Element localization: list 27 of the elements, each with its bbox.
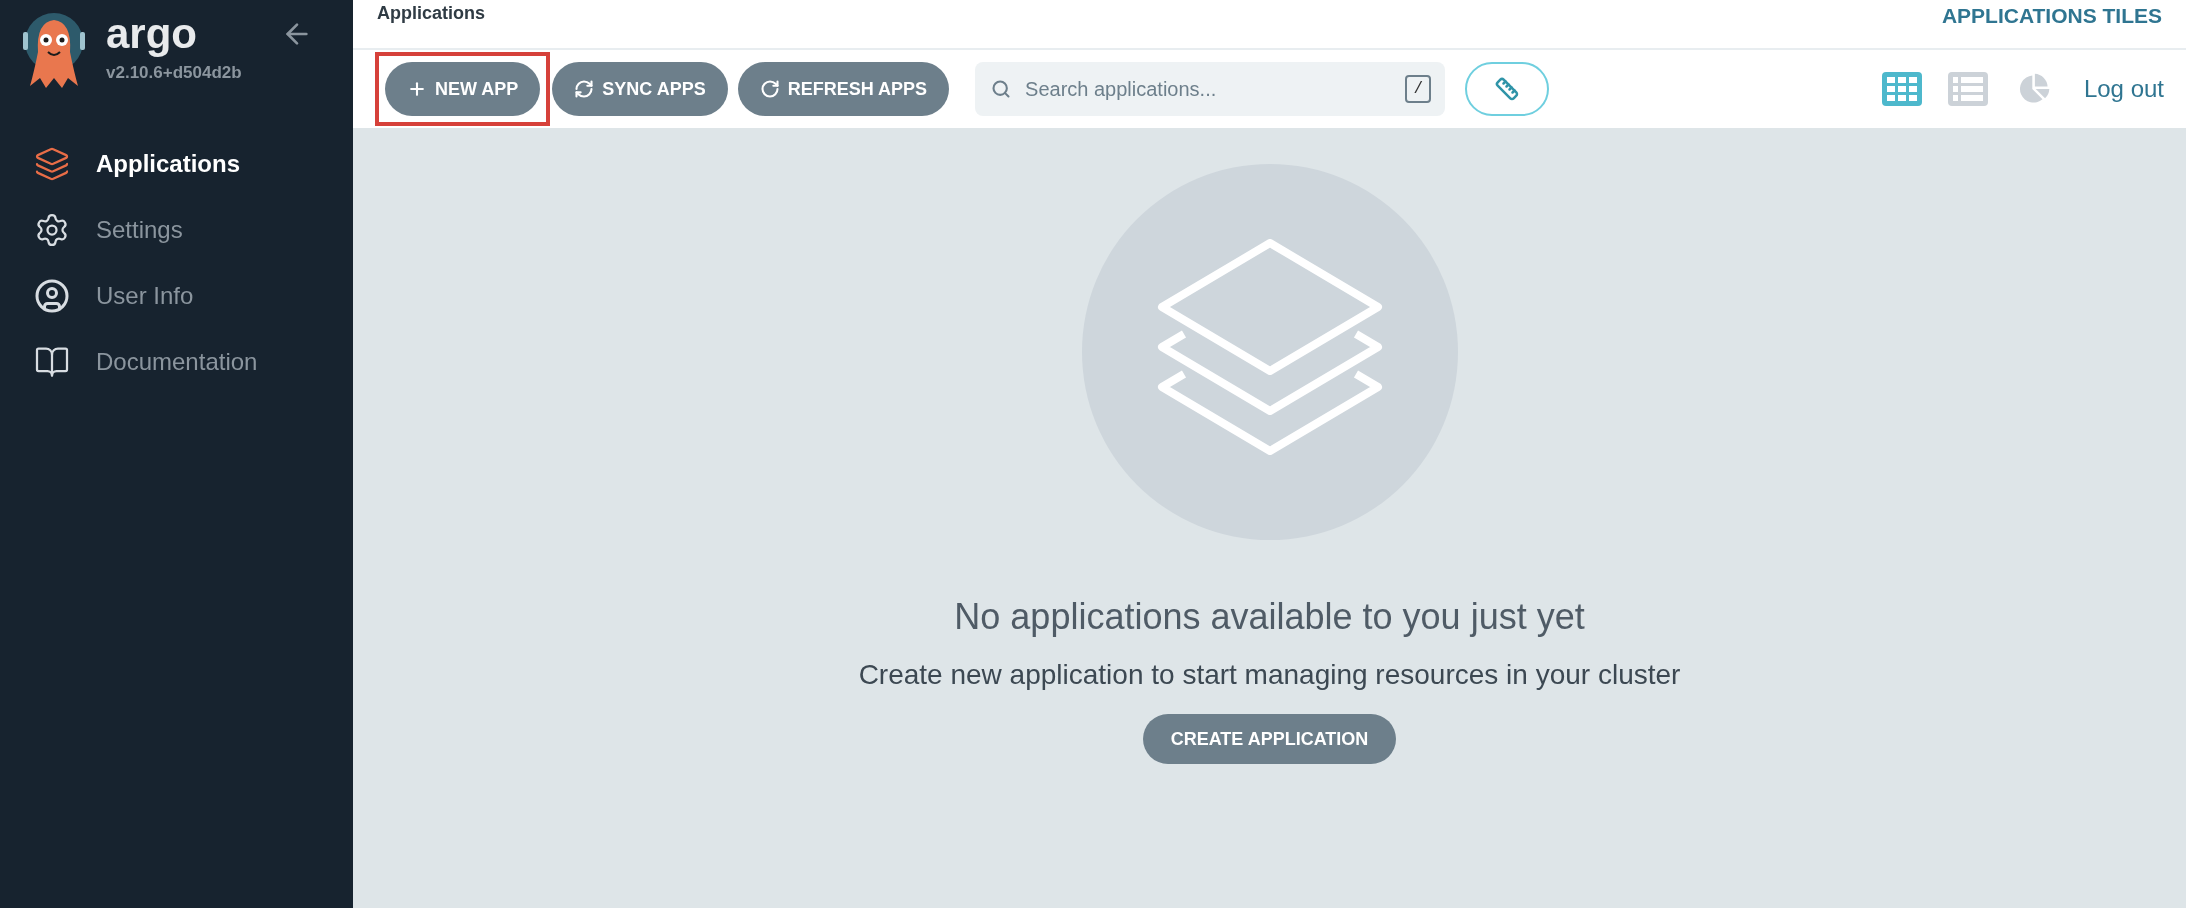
refresh-icon [759, 79, 780, 99]
tiles-view-icon[interactable] [1881, 72, 1922, 106]
search-icon [991, 79, 1012, 99]
logout-link[interactable]: Log out [2083, 71, 2164, 107]
user-icon [34, 278, 70, 314]
ruler-button[interactable] [1465, 62, 1550, 116]
sync-icon [574, 79, 595, 99]
page-title: APPLICATIONS TILES [1941, 3, 2162, 29]
toolbar-button[interactable]: SYNC APPS [552, 62, 728, 116]
logo-text: argo [106, 12, 198, 56]
breadcrumb: Applications [377, 2, 485, 25]
toolbar-button[interactable]: REFRESH APPS [737, 62, 950, 116]
layers-icon [34, 146, 70, 182]
toolbar-button[interactable]: NEW APP [385, 62, 541, 116]
list-view-icon[interactable] [1947, 72, 1988, 106]
sidebar-item[interactable]: Applications [0, 140, 353, 188]
sidebar-item[interactable]: Documentation [0, 338, 353, 386]
plus-icon [407, 79, 427, 99]
version-text: v2.10.6+d504d2b [106, 62, 242, 84]
sidebar-item[interactable]: Settings [0, 206, 353, 254]
shortcut-key: / [1405, 75, 1432, 103]
sidebar-item[interactable]: User Info [0, 272, 353, 320]
create-application-button[interactable]: CREATE APPLICATION [1142, 714, 1397, 764]
empty-state-title: No applications available to you just yet [954, 595, 1585, 639]
ruler-icon [1495, 77, 1520, 101]
empty-state-subtitle: Create new application to start managing resources in your cluster [858, 658, 1681, 692]
gears-icon [34, 212, 70, 248]
